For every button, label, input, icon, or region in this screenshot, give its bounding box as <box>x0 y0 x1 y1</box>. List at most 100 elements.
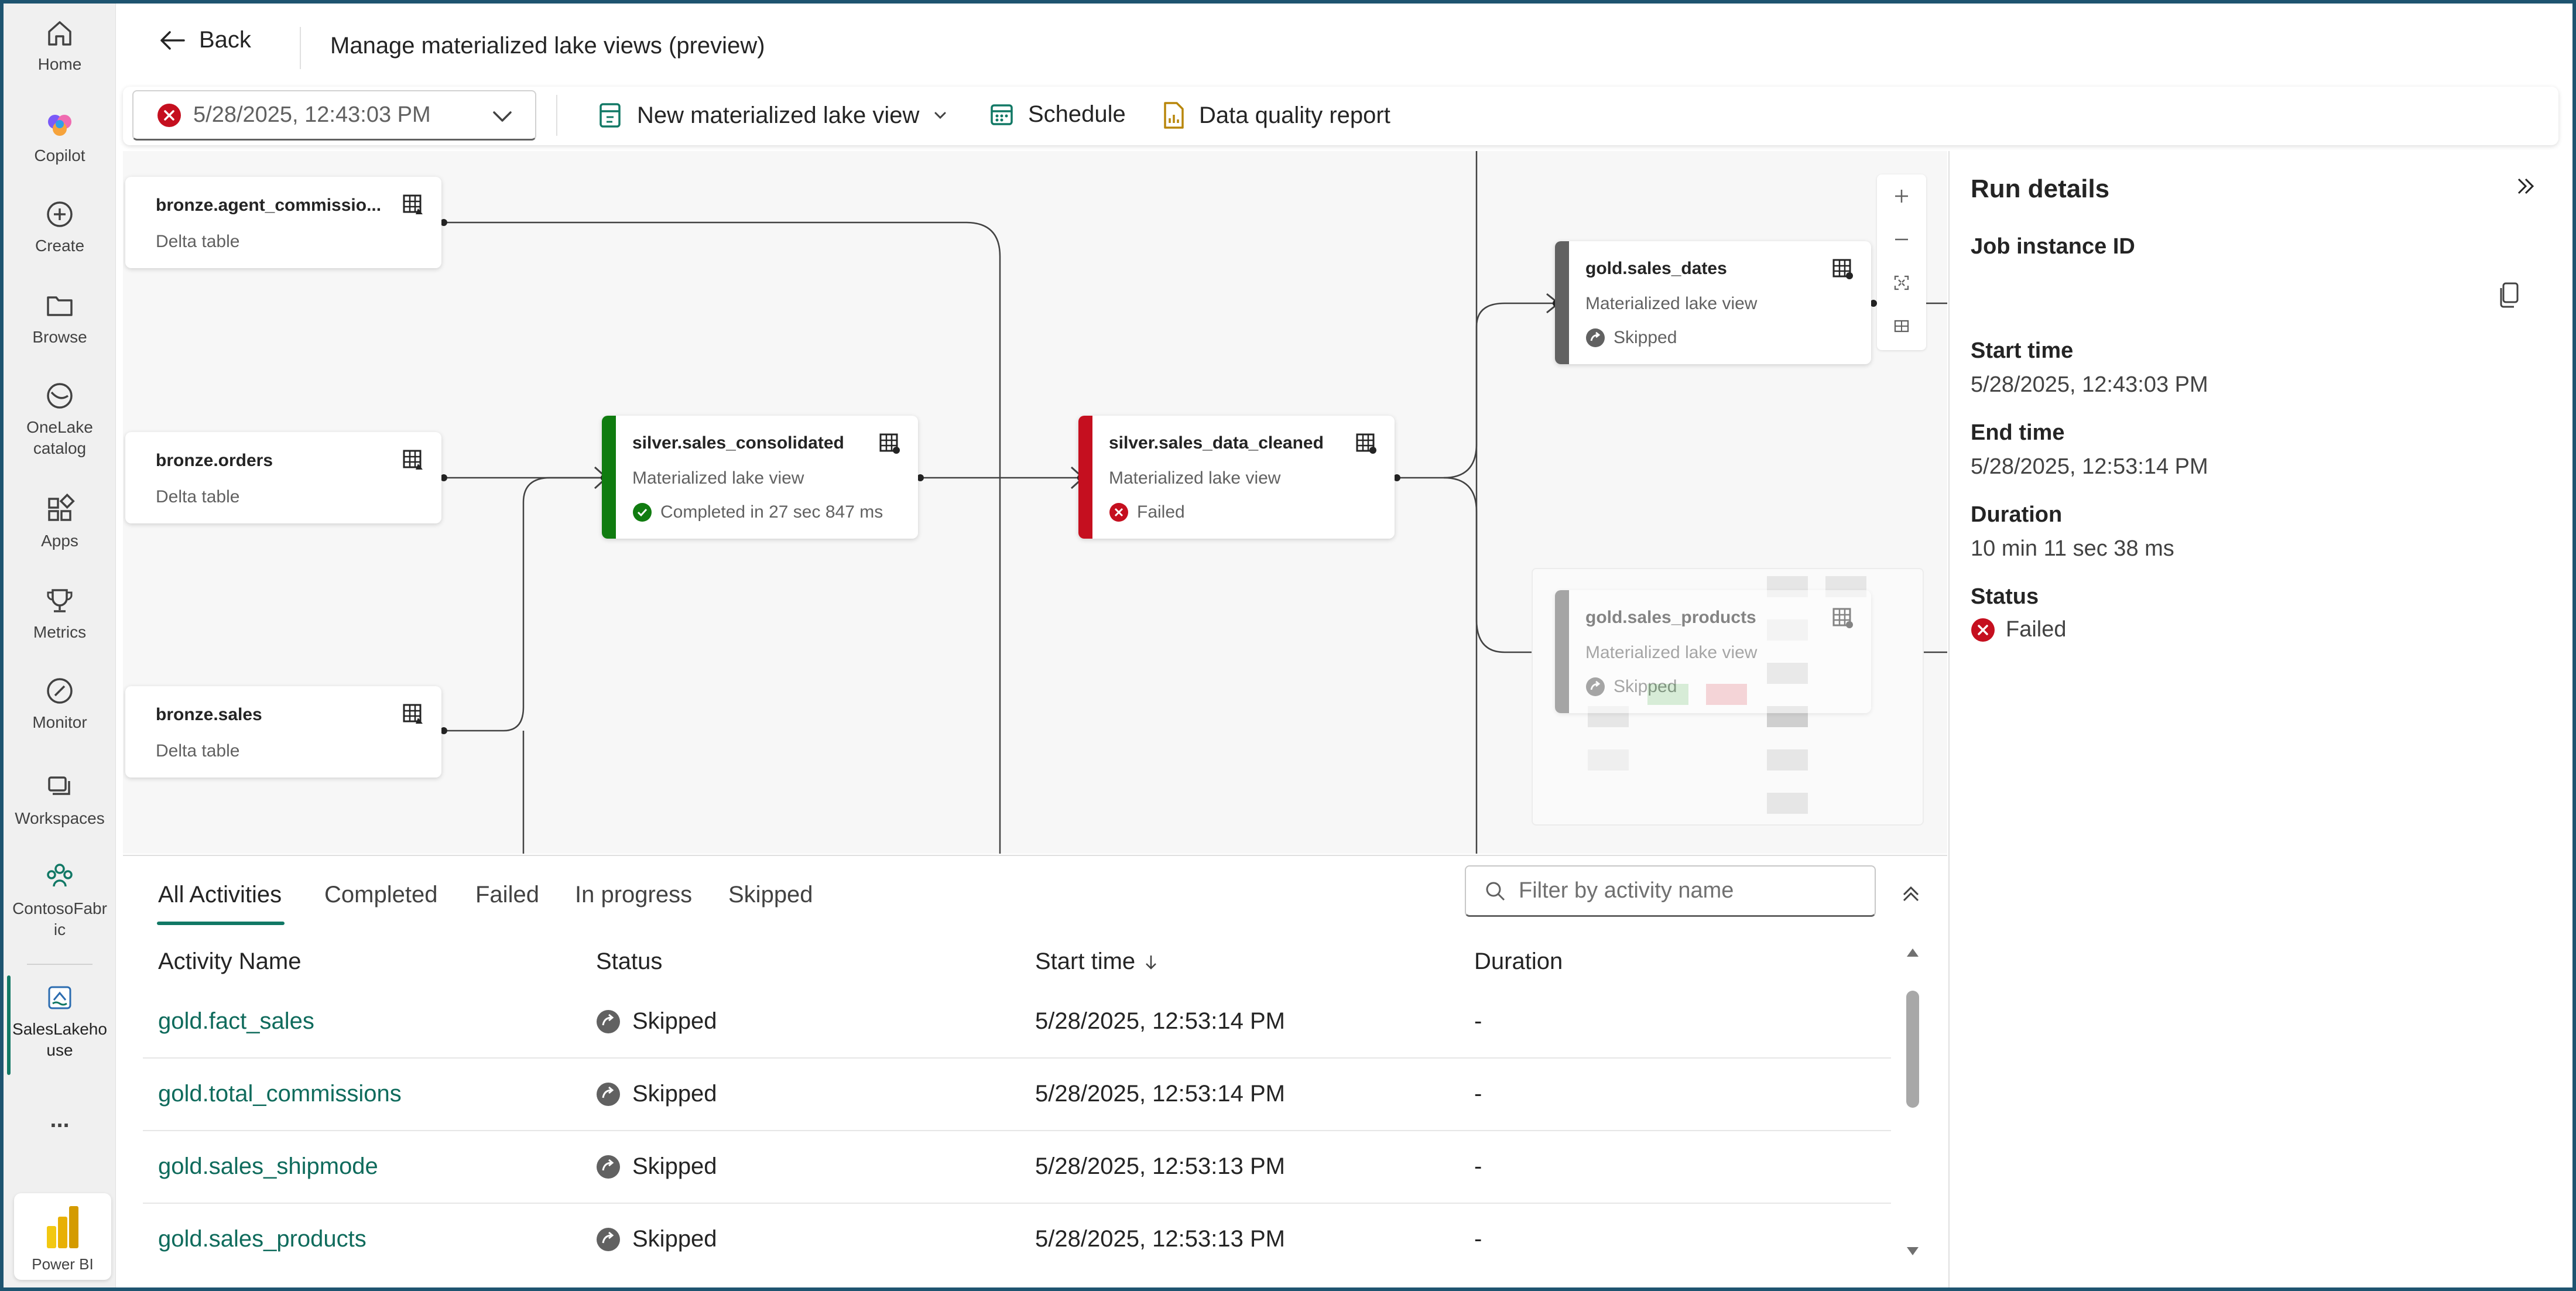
node-name: gold.sales_dates <box>1585 259 1727 278</box>
activity-filter-input[interactable]: Filter by activity name <box>1465 865 1876 917</box>
activity-status: Skipped <box>596 1153 717 1180</box>
new-mlv-label: New materialized lake view <box>637 102 920 128</box>
tab-completed[interactable]: Completed <box>324 882 437 908</box>
rail-more-button[interactable]: ... <box>4 1108 116 1131</box>
data-quality-report-button[interactable]: Data quality report <box>1162 101 1390 130</box>
activity-status: Skipped <box>596 1008 717 1035</box>
fit-view-button[interactable] <box>1877 261 1926 304</box>
tab-failed[interactable]: Failed <box>475 882 539 908</box>
minimap-toggle-button[interactable] <box>1877 304 1926 348</box>
rail-create[interactable]: Create <box>4 197 116 256</box>
status-text: Skipped <box>632 1226 717 1252</box>
scroll-down-icon[interactable] <box>1904 1242 1921 1260</box>
zoom-out-button[interactable] <box>1877 218 1926 261</box>
node-gold-sales-products[interactable]: gold.sales_products Materialized lake vi… <box>1555 590 1871 713</box>
node-status-text: Skipped <box>1614 328 1677 347</box>
rail-contosofabric[interactable]: ContosoFabr ic <box>4 859 116 940</box>
error-icon <box>157 103 181 127</box>
scroll-up-icon[interactable] <box>1904 944 1921 961</box>
status-label: Status <box>1971 584 2039 609</box>
zoom-in-button[interactable] <box>1877 174 1926 218</box>
table-row[interactable]: gold.fact_sales Skipped 5/28/2025, 12:53… <box>143 986 1891 1059</box>
skipped-icon <box>597 1155 620 1179</box>
apps-icon <box>48 493 75 521</box>
activity-name-link[interactable]: gold.sales_shipmode <box>158 1153 378 1180</box>
rail-metrics[interactable]: Metrics <box>4 583 116 643</box>
node-type: Materialized lake view <box>632 468 804 488</box>
rail-label: Metrics <box>33 623 87 641</box>
minimap-icon <box>1894 320 1909 333</box>
workspaces-icon <box>48 776 70 795</box>
activity-name-link[interactable]: gold.total_commissions <box>158 1081 402 1107</box>
rail-label: Apps <box>41 532 78 550</box>
chevron-double-up-icon[interactable] <box>1898 881 1924 906</box>
node-name: silver.sales_consolidated <box>632 433 844 453</box>
skipped-icon <box>597 1009 620 1033</box>
back-label: Back <box>199 27 251 53</box>
tab-all-activities[interactable]: All Activities <box>158 882 282 908</box>
node-bronze-sales[interactable]: bronze.sales Delta table <box>125 686 441 778</box>
table-scrollbar[interactable] <box>1900 944 1924 1272</box>
rail-label: OneLake catalog <box>26 418 93 457</box>
rail-copilot[interactable]: Copilot <box>4 107 116 166</box>
rail-saleslakehouse[interactable]: SalesLakeho use <box>4 980 116 1061</box>
node-name: bronze.sales <box>156 705 262 724</box>
table-row[interactable]: gold.sales_shipmode Skipped 5/28/2025, 1… <box>143 1131 1891 1204</box>
data-quality-report-label: Data quality report <box>1199 102 1390 128</box>
activity-duration: - <box>1474 1226 1482 1252</box>
node-name: silver.sales_data_cleaned <box>1109 433 1324 453</box>
home-icon <box>48 21 71 46</box>
node-type: Delta table <box>156 232 240 251</box>
node-gold-sales-dates[interactable]: gold.sales_dates Materialized lake view … <box>1555 241 1871 364</box>
schedule-button[interactable]: Schedule <box>988 101 1126 128</box>
activity-name-link[interactable]: gold.sales_products <box>158 1226 366 1252</box>
back-button[interactable]: Back <box>158 27 251 53</box>
left-rail: Home Copilot Create Browse OneLake catal… <box>4 4 116 1287</box>
node-silver-sales-consolidated[interactable]: silver.sales_consolidated Materialized l… <box>602 416 918 539</box>
activity-name-link[interactable]: gold.fact_sales <box>158 1008 314 1035</box>
arrow-left-icon <box>160 30 185 50</box>
rail-browse[interactable]: Browse <box>4 288 116 348</box>
rail-onelake[interactable]: OneLake catalog <box>4 378 116 459</box>
new-view-icon <box>600 103 621 128</box>
status-accent-skipped <box>1555 241 1569 364</box>
new-mlv-button[interactable]: New materialized lake view <box>597 101 948 130</box>
column-duration[interactable]: Duration <box>1474 948 1563 975</box>
table-row[interactable]: gold.total_commissions Skipped 5/28/2025… <box>143 1059 1891 1131</box>
lineage-canvas[interactable]: bronze.agent_commissio... Delta table br… <box>123 151 1947 854</box>
column-status[interactable]: Status <box>596 948 662 975</box>
scrollbar-thumb[interactable] <box>1906 991 1919 1108</box>
rail-label: Workspaces <box>15 809 105 827</box>
node-bronze-orders[interactable]: bronze.orders Delta table <box>125 432 441 523</box>
rail-monitor[interactable]: Monitor <box>4 673 116 733</box>
activities-panel: All Activities Completed Failed In progr… <box>123 855 1947 1288</box>
rail-label: Create <box>35 237 85 255</box>
rail-home[interactable]: Home <box>4 15 116 75</box>
tab-in-progress[interactable]: In progress <box>575 882 692 908</box>
table-row[interactable]: gold.sales_products Skipped 5/28/2025, 1… <box>143 1204 1891 1276</box>
skipped-icon <box>597 1227 620 1251</box>
skipped-icon <box>1586 328 1605 347</box>
node-status: Skipped <box>1585 677 1677 697</box>
collapse-panel-icon[interactable] <box>2514 174 2537 198</box>
error-icon <box>1109 503 1128 522</box>
copy-icon[interactable] <box>2498 281 2521 309</box>
rail-label: Copilot <box>34 146 85 165</box>
rail-workspaces[interactable]: Workspaces <box>4 769 116 829</box>
tab-skipped[interactable]: Skipped <box>728 882 813 908</box>
column-activity-name[interactable]: Activity Name <box>158 948 302 975</box>
schedule-label: Schedule <box>1028 101 1126 127</box>
node-type: Delta table <box>156 487 240 506</box>
active-tab-indicator <box>157 922 285 925</box>
run-selector-dropdown[interactable]: 5/28/2025, 12:43:03 PM <box>132 90 536 141</box>
powerbi-switcher[interactable]: Power BI <box>14 1193 111 1280</box>
skipped-icon <box>597 1082 620 1106</box>
node-silver-sales-data-cleaned[interactable]: silver.sales_data_cleaned Materialized l… <box>1078 416 1395 539</box>
table-icon <box>1832 259 1853 279</box>
sort-down-icon <box>1146 955 1157 970</box>
node-type: Materialized lake view <box>1109 468 1281 488</box>
rail-apps[interactable]: Apps <box>4 492 116 552</box>
node-status-text: Completed in 27 sec 847 ms <box>660 502 883 522</box>
node-bronze-agent-commissions[interactable]: bronze.agent_commissio... Delta table <box>125 177 441 268</box>
column-start-time[interactable]: Start time <box>1035 948 1159 975</box>
